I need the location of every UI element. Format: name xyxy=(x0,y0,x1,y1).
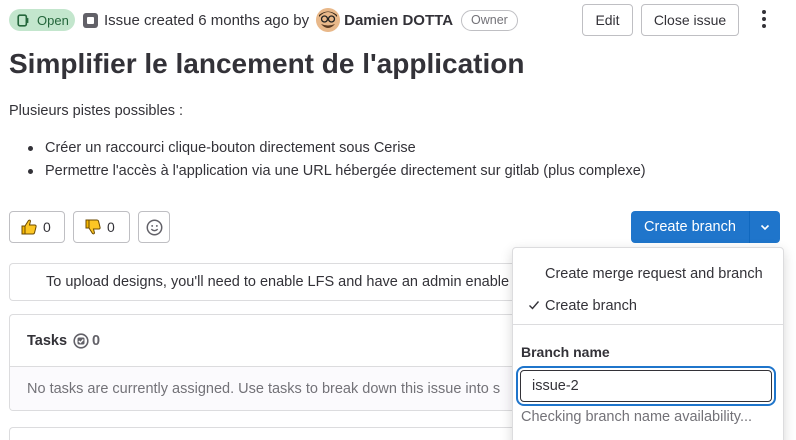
edit-button[interactable]: Edit xyxy=(582,4,633,36)
tasks-title: Tasks xyxy=(27,332,68,349)
tasks-count: 0 xyxy=(73,333,100,349)
description-list: Créer un raccourci clique-bouton directe… xyxy=(25,140,646,186)
tasks-widget: Tasks 0 No tasks are currently assigned.… xyxy=(9,314,515,411)
more-actions-icon[interactable] xyxy=(754,9,774,29)
availability-status: Checking branch name availability... xyxy=(521,409,753,425)
author-link[interactable]: Damien DOTTA xyxy=(344,12,453,29)
branch-name-input[interactable] xyxy=(520,370,772,402)
close-issue-button[interactable]: Close issue xyxy=(641,4,739,36)
divider xyxy=(513,324,783,325)
status-label: Open xyxy=(37,12,69,28)
create-branch-dropdown: Create merge request and branch Create b… xyxy=(512,247,784,440)
create-branch-dropdown-toggle[interactable] xyxy=(749,211,780,243)
create-branch-split-button: Create branch xyxy=(631,211,780,243)
tasks-count-value: 0 xyxy=(92,332,101,349)
thumbs-up-count: 0 xyxy=(43,219,51,235)
next-widget xyxy=(9,427,515,440)
list-item: Permettre l'accès à l'application via un… xyxy=(25,163,646,186)
smiley-icon xyxy=(146,219,162,235)
option-create-branch-label: Create branch xyxy=(545,298,637,314)
branch-name-label: Branch name xyxy=(521,344,610,360)
thumbs-down-icon xyxy=(85,219,101,235)
tasks-header: Tasks 0 xyxy=(10,315,515,366)
create-branch-button[interactable]: Create branch xyxy=(631,211,749,243)
description-intro: Plusieurs pistes possibles : xyxy=(9,103,184,119)
owner-badge: Owner xyxy=(461,9,518,31)
issue-open-icon xyxy=(17,13,29,27)
issue-type-icon xyxy=(83,12,98,28)
check-icon xyxy=(529,301,540,310)
list-item: Créer un raccourci clique-bouton directe… xyxy=(25,140,646,163)
created-text: Issue created 6 months ago by xyxy=(104,11,310,29)
add-reaction-button[interactable] xyxy=(138,211,170,243)
lfs-message: To upload designs, you'll need to enable… xyxy=(46,274,510,290)
thumbs-up-button[interactable]: 0 xyxy=(9,211,65,243)
status-badge: Open xyxy=(9,9,75,31)
issue-header: Open Issue created 6 months ago by Damie… xyxy=(9,4,787,36)
chevron-down-icon xyxy=(760,224,770,231)
avatar[interactable] xyxy=(316,8,341,32)
thumbs-down-button[interactable]: 0 xyxy=(73,211,130,243)
page-title: Simplifier le lancement de l'application xyxy=(9,48,525,79)
tasks-empty-state: No tasks are currently assigned. Use tas… xyxy=(10,366,515,410)
task-done-icon xyxy=(73,332,89,349)
issue-meta: Issue created 6 months ago by Damien DOT… xyxy=(83,6,518,34)
thumbs-down-count: 0 xyxy=(107,219,115,235)
design-upload-notice: To upload designs, you'll need to enable… xyxy=(9,263,515,301)
thumbs-up-icon xyxy=(21,219,37,235)
option-create-merge-request[interactable]: Create merge request and branch xyxy=(513,260,783,288)
option-create-branch[interactable]: Create branch xyxy=(513,292,783,320)
